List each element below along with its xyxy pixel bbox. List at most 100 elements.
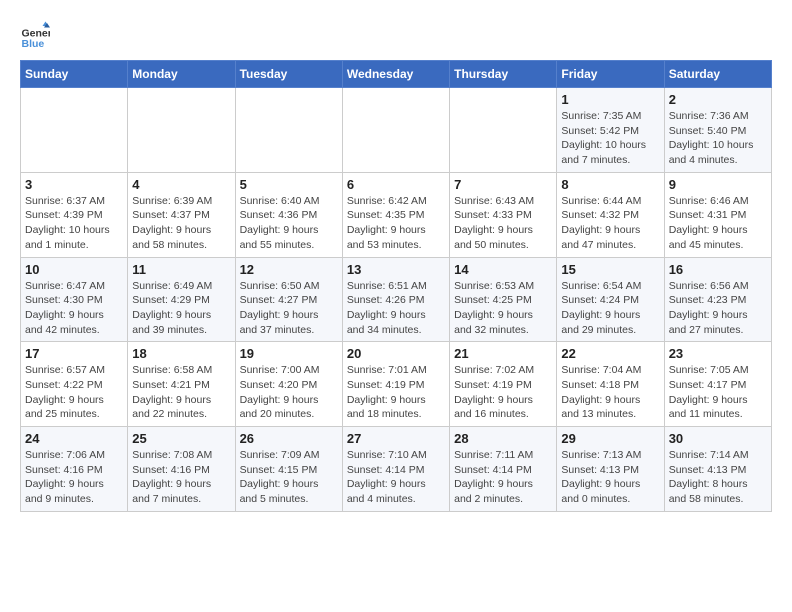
day-number: 27 <box>347 431 445 446</box>
weekday-header-thursday: Thursday <box>450 61 557 88</box>
day-info: Sunrise: 6:54 AM Sunset: 4:24 PM Dayligh… <box>561 279 659 338</box>
calendar-cell: 8 Sunrise: 6:44 AM Sunset: 4:32 PM Daylig… <box>557 172 664 257</box>
day-info: Sunrise: 6:51 AM Sunset: 4:26 PM Dayligh… <box>347 279 445 338</box>
week-row-5: 24Sunrise: 7:06 AM Sunset: 4:16 PM Dayli… <box>21 427 772 512</box>
day-number: 29 <box>561 431 659 446</box>
week-row-1: 1Sunrise: 7:35 AM Sunset: 5:42 PM Daylig… <box>21 88 772 173</box>
calendar-cell <box>342 88 449 173</box>
day-info: Sunrise: 7:14 AM Sunset: 4:13 PM Dayligh… <box>669 448 767 507</box>
calendar-cell: 12Sunrise: 6:50 AM Sunset: 4:27 PM Dayli… <box>235 257 342 342</box>
calendar-cell: 25 Sunrise: 7:08 AM Sunset: 4:16 PM Dayli… <box>128 427 235 512</box>
weekday-header-friday: Friday <box>557 61 664 88</box>
weekday-header-row: SundayMondayTuesdayWednesdayThursdayFrid… <box>21 61 772 88</box>
calendar-cell: 6 Sunrise: 6:42 AM Sunset: 4:35 PM Daylig… <box>342 172 449 257</box>
weekday-header-sunday: Sunday <box>21 61 128 88</box>
weekday-header-tuesday: Tuesday <box>235 61 342 88</box>
day-number: 19 <box>240 346 338 361</box>
calendar-cell: 10 Sunrise: 6:47 AM Sunset: 4:30 PM Dayli… <box>21 257 128 342</box>
day-number: 11 <box>132 262 230 277</box>
day-info: Sunrise: 7:04 AM Sunset: 4:18 PM Dayligh… <box>561 363 659 422</box>
day-info: Sunrise: 6:47 AM Sunset: 4:30 PM Dayligh… <box>25 279 123 338</box>
calendar-cell <box>235 88 342 173</box>
calendar-cell: 14 Sunrise: 6:53 AM Sunset: 4:25 PM Dayli… <box>450 257 557 342</box>
calendar-cell: 20 Sunrise: 7:01 AM Sunset: 4:19 PM Dayli… <box>342 342 449 427</box>
day-number: 20 <box>347 346 445 361</box>
calendar-cell: 19 Sunrise: 7:00 AM Sunset: 4:20 PM Dayli… <box>235 342 342 427</box>
calendar-cell: 24Sunrise: 7:06 AM Sunset: 4:16 PM Dayli… <box>21 427 128 512</box>
calendar-cell <box>450 88 557 173</box>
day-info: Sunrise: 7:05 AM Sunset: 4:17 PM Dayligh… <box>669 363 767 422</box>
day-number: 8 <box>561 177 659 192</box>
calendar-cell: 23 Sunrise: 7:05 AM Sunset: 4:17 PM Dayli… <box>664 342 771 427</box>
day-number: 25 <box>132 431 230 446</box>
calendar: SundayMondayTuesdayWednesdayThursdayFrid… <box>20 60 772 512</box>
calendar-body: 1Sunrise: 7:35 AM Sunset: 5:42 PM Daylig… <box>21 88 772 512</box>
day-number: 24 <box>25 431 123 446</box>
day-number: 13 <box>347 262 445 277</box>
day-number: 21 <box>454 346 552 361</box>
day-number: 28 <box>454 431 552 446</box>
calendar-cell: 9 Sunrise: 6:46 AM Sunset: 4:31 PM Daylig… <box>664 172 771 257</box>
calendar-cell: 21 Sunrise: 7:02 AM Sunset: 4:19 PM Dayli… <box>450 342 557 427</box>
day-info: Sunrise: 6:57 AM Sunset: 4:22 PM Dayligh… <box>25 363 123 422</box>
header: General Blue <box>20 20 772 50</box>
day-number: 9 <box>669 177 767 192</box>
calendar-cell: 15Sunrise: 6:54 AM Sunset: 4:24 PM Dayli… <box>557 257 664 342</box>
day-number: 18 <box>132 346 230 361</box>
day-number: 14 <box>454 262 552 277</box>
calendar-cell: 16Sunrise: 6:56 AM Sunset: 4:23 PM Dayli… <box>664 257 771 342</box>
day-info: Sunrise: 6:56 AM Sunset: 4:23 PM Dayligh… <box>669 279 767 338</box>
logo: General Blue <box>20 20 54 50</box>
weekday-header-monday: Monday <box>128 61 235 88</box>
day-number: 23 <box>669 346 767 361</box>
calendar-cell: 30 Sunrise: 7:14 AM Sunset: 4:13 PM Dayli… <box>664 427 771 512</box>
day-number: 12 <box>240 262 338 277</box>
day-info: Sunrise: 6:53 AM Sunset: 4:25 PM Dayligh… <box>454 279 552 338</box>
day-number: 26 <box>240 431 338 446</box>
calendar-cell: 11 Sunrise: 6:49 AM Sunset: 4:29 PM Dayli… <box>128 257 235 342</box>
day-info: Sunrise: 7:36 AM Sunset: 5:40 PM Dayligh… <box>669 109 767 168</box>
calendar-cell: 22 Sunrise: 7:04 AM Sunset: 4:18 PM Dayli… <box>557 342 664 427</box>
weekday-header-wednesday: Wednesday <box>342 61 449 88</box>
calendar-cell: 4Sunrise: 6:39 AM Sunset: 4:37 PM Daylig… <box>128 172 235 257</box>
day-info: Sunrise: 6:37 AM Sunset: 4:39 PM Dayligh… <box>25 194 123 253</box>
calendar-cell: 18 Sunrise: 6:58 AM Sunset: 4:21 PM Dayli… <box>128 342 235 427</box>
day-number: 6 <box>347 177 445 192</box>
calendar-cell: 3Sunrise: 6:37 AM Sunset: 4:39 PM Daylig… <box>21 172 128 257</box>
day-number: 7 <box>454 177 552 192</box>
day-info: Sunrise: 7:13 AM Sunset: 4:13 PM Dayligh… <box>561 448 659 507</box>
day-number: 10 <box>25 262 123 277</box>
day-number: 22 <box>561 346 659 361</box>
day-info: Sunrise: 7:08 AM Sunset: 4:16 PM Dayligh… <box>132 448 230 507</box>
calendar-cell: 2Sunrise: 7:36 AM Sunset: 5:40 PM Daylig… <box>664 88 771 173</box>
day-info: Sunrise: 6:39 AM Sunset: 4:37 PM Dayligh… <box>132 194 230 253</box>
day-number: 30 <box>669 431 767 446</box>
day-number: 1 <box>561 92 659 107</box>
day-info: Sunrise: 7:00 AM Sunset: 4:20 PM Dayligh… <box>240 363 338 422</box>
calendar-cell: 28 Sunrise: 7:11 AM Sunset: 4:14 PM Dayli… <box>450 427 557 512</box>
svg-text:Blue: Blue <box>22 38 45 50</box>
calendar-cell <box>128 88 235 173</box>
day-info: Sunrise: 7:02 AM Sunset: 4:19 PM Dayligh… <box>454 363 552 422</box>
day-info: Sunrise: 7:11 AM Sunset: 4:14 PM Dayligh… <box>454 448 552 507</box>
calendar-cell: 5 Sunrise: 6:40 AM Sunset: 4:36 PM Daylig… <box>235 172 342 257</box>
day-info: Sunrise: 6:42 AM Sunset: 4:35 PM Dayligh… <box>347 194 445 253</box>
calendar-cell: 29 Sunrise: 7:13 AM Sunset: 4:13 PM Dayli… <box>557 427 664 512</box>
week-row-4: 17 Sunrise: 6:57 AM Sunset: 4:22 PM Dayli… <box>21 342 772 427</box>
weekday-header-saturday: Saturday <box>664 61 771 88</box>
day-info: Sunrise: 6:49 AM Sunset: 4:29 PM Dayligh… <box>132 279 230 338</box>
calendar-cell: 1Sunrise: 7:35 AM Sunset: 5:42 PM Daylig… <box>557 88 664 173</box>
day-info: Sunrise: 7:09 AM Sunset: 4:15 PM Dayligh… <box>240 448 338 507</box>
day-info: Sunrise: 6:44 AM Sunset: 4:32 PM Dayligh… <box>561 194 659 253</box>
day-number: 17 <box>25 346 123 361</box>
calendar-cell: 27 Sunrise: 7:10 AM Sunset: 4:14 PM Dayli… <box>342 427 449 512</box>
day-info: Sunrise: 6:40 AM Sunset: 4:36 PM Dayligh… <box>240 194 338 253</box>
day-number: 5 <box>240 177 338 192</box>
logo-icon: General Blue <box>20 20 50 50</box>
day-info: Sunrise: 7:10 AM Sunset: 4:14 PM Dayligh… <box>347 448 445 507</box>
calendar-cell <box>21 88 128 173</box>
week-row-2: 3Sunrise: 6:37 AM Sunset: 4:39 PM Daylig… <box>21 172 772 257</box>
day-info: Sunrise: 6:46 AM Sunset: 4:31 PM Dayligh… <box>669 194 767 253</box>
day-info: Sunrise: 7:01 AM Sunset: 4:19 PM Dayligh… <box>347 363 445 422</box>
day-info: Sunrise: 6:58 AM Sunset: 4:21 PM Dayligh… <box>132 363 230 422</box>
